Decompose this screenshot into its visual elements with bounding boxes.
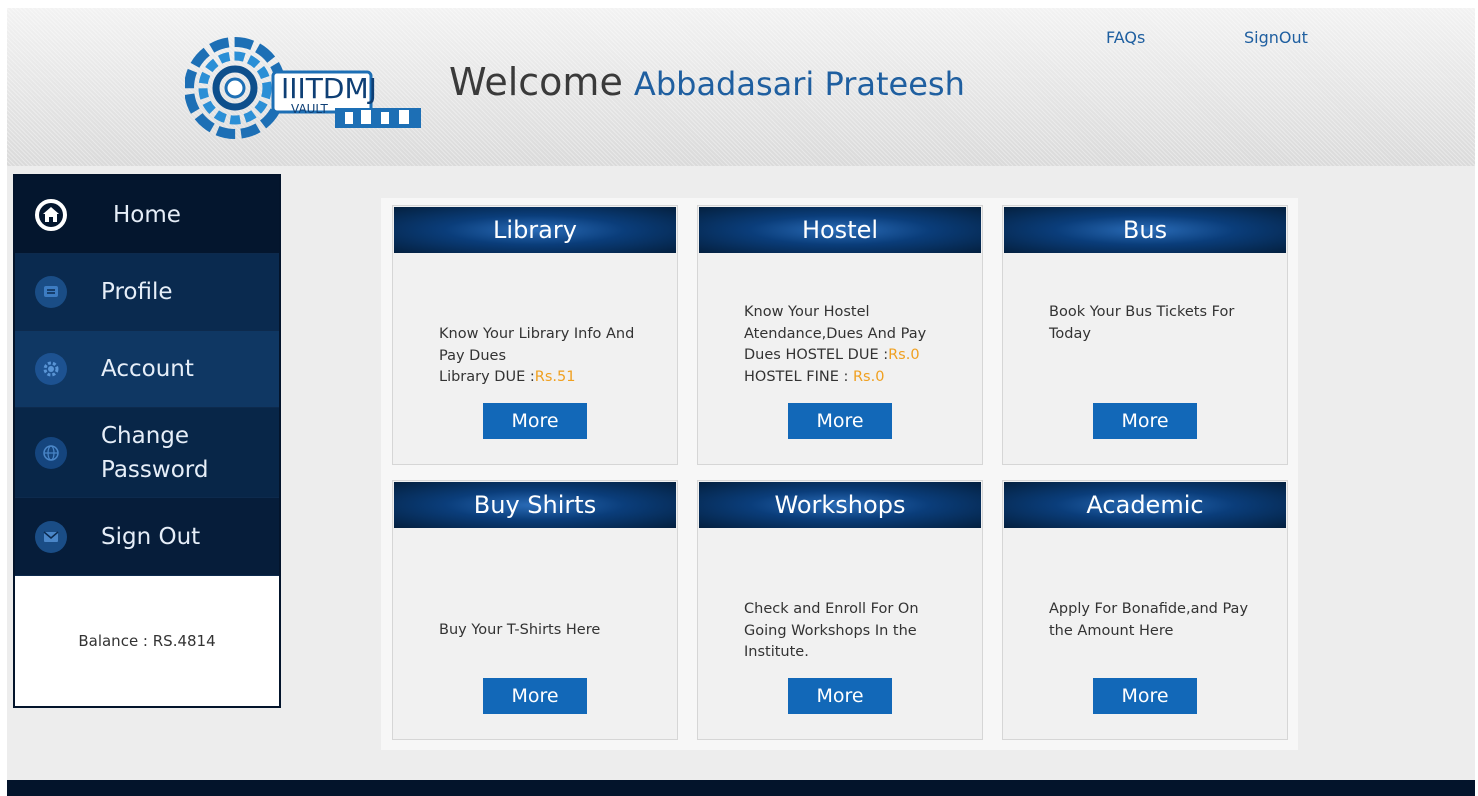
card-workshops: Workshops Check and Enroll For On Going … [697, 480, 983, 740]
mail-icon [35, 520, 67, 553]
card-description: Apply For Bonafide,and Pay the Amount He… [1049, 599, 1261, 642]
due-line: Library DUE :Rs.51 [439, 367, 651, 389]
card-title: Hostel [699, 207, 981, 253]
sidebar-item-label: Change Password [101, 419, 208, 487]
desc-line: Atendance,Dues And Pay [744, 325, 927, 342]
card-description: Know Your Library Info And Pay Dues Libr… [439, 324, 651, 389]
card-library: Library Know Your Library Info And Pay D… [392, 205, 678, 465]
due-amount: Rs.51 [534, 369, 576, 385]
user-name: Abbadasari Prateesh [633, 65, 965, 103]
card-hostel: Hostel Know Your Hostel Atendance,Dues A… [697, 205, 983, 465]
gear-icon [35, 353, 67, 385]
site-logo[interactable]: IIITDMJ VAULT [184, 30, 421, 146]
sidebar-item-label: Profile [101, 279, 173, 305]
desc-line: Pay Dues [439, 347, 506, 364]
page-frame: IIITDMJ VAULT Welcome Abbadasari Pratees… [7, 8, 1475, 796]
bus-more-button[interactable]: More [1093, 403, 1197, 439]
due-label: Library DUE : [439, 369, 535, 385]
sidebar-item-profile[interactable]: Profile [15, 254, 279, 331]
logo-text: IIITDMJ [281, 72, 377, 105]
desc-line: Apply For Bonafide,and Pay [1049, 601, 1249, 617]
due-amount: Rs.0 [888, 347, 920, 363]
fine-line: HOSTEL FINE : Rs.0 [744, 367, 956, 389]
label-line-2: Password [101, 456, 209, 483]
welcome-heading: Welcome Abbadasari Prateesh [449, 60, 965, 104]
desc-line: Buy Your T-Shirts Here [439, 622, 601, 638]
label-line-1: Change [101, 422, 190, 449]
card-academic: Academic Apply For Bonafide,and Pay the … [1002, 480, 1288, 740]
desc-line: Know Your Hostel [744, 304, 870, 320]
sidebar-item-label: Home [113, 201, 181, 228]
home-icon [35, 198, 67, 231]
sidebar-item-label: Account [101, 356, 194, 382]
globe-icon [35, 436, 67, 469]
shirts-more-button[interactable]: More [483, 678, 587, 714]
card-description: Check and Enroll For On Going Workshops … [744, 599, 956, 664]
desc-line: Today [1049, 325, 1091, 342]
sidebar-item-change-password[interactable]: Change Password [15, 408, 279, 498]
due-label: Dues HOSTEL DUE : [744, 347, 889, 363]
faqs-link[interactable]: FAQs [1106, 28, 1145, 47]
welcome-label: Welcome [449, 60, 623, 104]
desc-line: Check and Enroll For On [744, 601, 919, 617]
fine-label: HOSTEL FINE : [744, 368, 853, 385]
profile-icon [35, 276, 67, 308]
signout-link[interactable]: SignOut [1244, 28, 1308, 47]
desc-line: the Amount Here [1049, 622, 1174, 639]
service-card-grid: Library Know Your Library Info And Pay D… [381, 198, 1298, 750]
due-line: Dues HOSTEL DUE :Rs.0 [744, 345, 956, 367]
balance-panel: Balance : RS.4814 [15, 576, 279, 706]
card-title: Academic [1004, 482, 1286, 528]
card-description: Know Your Hostel Atendance,Dues And Pay … [744, 302, 956, 388]
desc-line: Institute. [744, 644, 809, 660]
card-description: Buy Your T-Shirts Here [439, 620, 651, 642]
workshops-more-button[interactable]: More [788, 678, 892, 714]
sidebar: Home Profile Account Change Password Sig… [13, 174, 281, 708]
sidebar-item-label: Sign Out [101, 523, 201, 550]
card-title: Buy Shirts [394, 482, 676, 528]
academic-more-button[interactable]: More [1093, 678, 1197, 714]
fine-amount: Rs.0 [852, 368, 885, 385]
card-title: Library [394, 207, 676, 253]
balance-text: Balance : RS.4814 [78, 632, 216, 650]
sidebar-item-sign-out[interactable]: Sign Out [15, 498, 279, 576]
card-buy-shirts: Buy Shirts Buy Your T-Shirts Here More [392, 480, 678, 740]
card-description: Book Your Bus Tickets For Today [1049, 302, 1261, 345]
hostel-more-button[interactable]: More [788, 403, 892, 439]
desc-line: Book Your Bus Tickets For [1049, 304, 1235, 320]
card-title: Workshops [699, 482, 981, 528]
card-bus: Bus Book Your Bus Tickets For Today More [1002, 205, 1288, 465]
card-title: Bus [1004, 207, 1286, 253]
desc-line: Know Your Library Info And [439, 326, 635, 342]
footer-bar [7, 780, 1475, 796]
library-more-button[interactable]: More [483, 403, 587, 439]
sidebar-item-account[interactable]: Account [15, 331, 279, 408]
header: IIITDMJ VAULT Welcome Abbadasari Pratees… [7, 8, 1475, 166]
desc-line: Going Workshops In the [744, 622, 917, 639]
logo-subtext: VAULT [291, 102, 328, 116]
sidebar-item-home[interactable]: Home [15, 176, 279, 254]
